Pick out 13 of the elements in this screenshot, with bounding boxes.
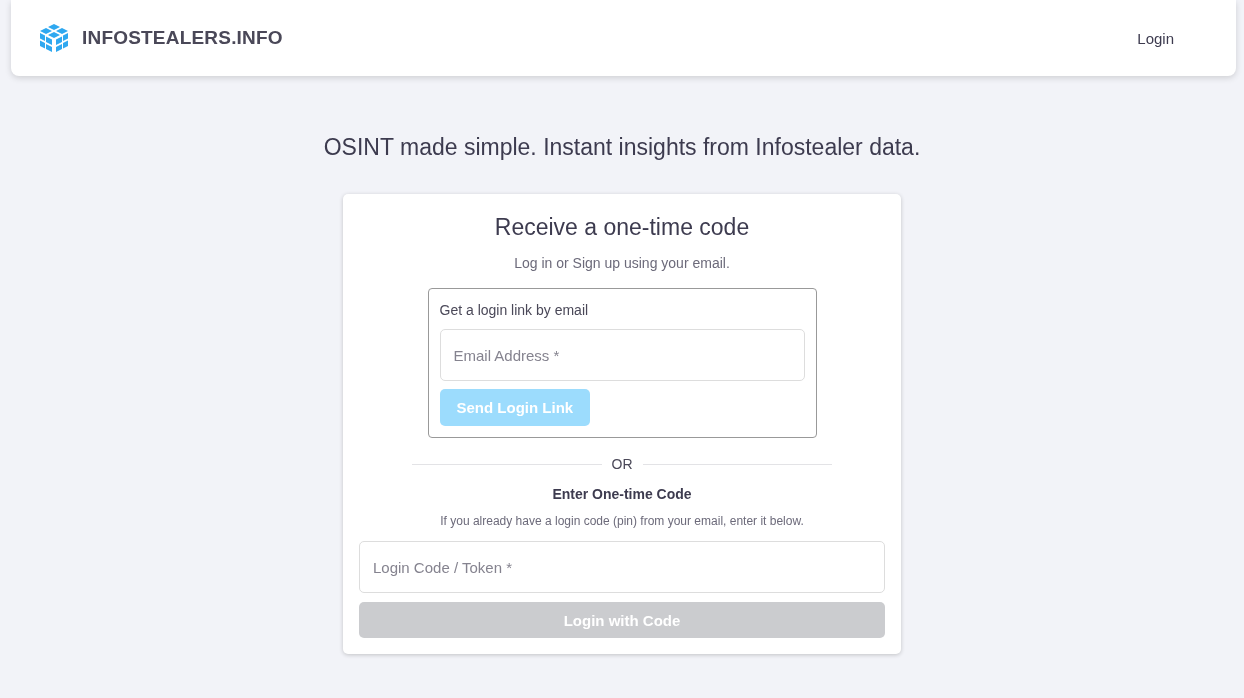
section-heading: Enter One-time Code [552, 486, 692, 502]
divider-label: OR [611, 456, 633, 472]
tagline: OSINT made simple. Instant insights from Infostealer data. [323, 134, 921, 161]
hint-text: If you already have a login code (pin) from your email, enter it below. [440, 514, 804, 528]
section-heading: Get a login link by email [439, 302, 589, 318]
card-subtitle: Log in or Sign up using your email. [514, 255, 730, 271]
code-field[interactable]: Login Code / Token * [359, 541, 885, 593]
cube-logo-icon [38, 23, 70, 53]
brand-link[interactable]: INFOSTEALERS.INFO [38, 23, 283, 53]
brand-name: INFOSTEALERS.INFO [82, 27, 283, 49]
login-link[interactable]: Login [1137, 29, 1174, 47]
email-field[interactable]: Email Address * [439, 329, 805, 381]
card-title: Receive a one-time code [494, 214, 750, 241]
